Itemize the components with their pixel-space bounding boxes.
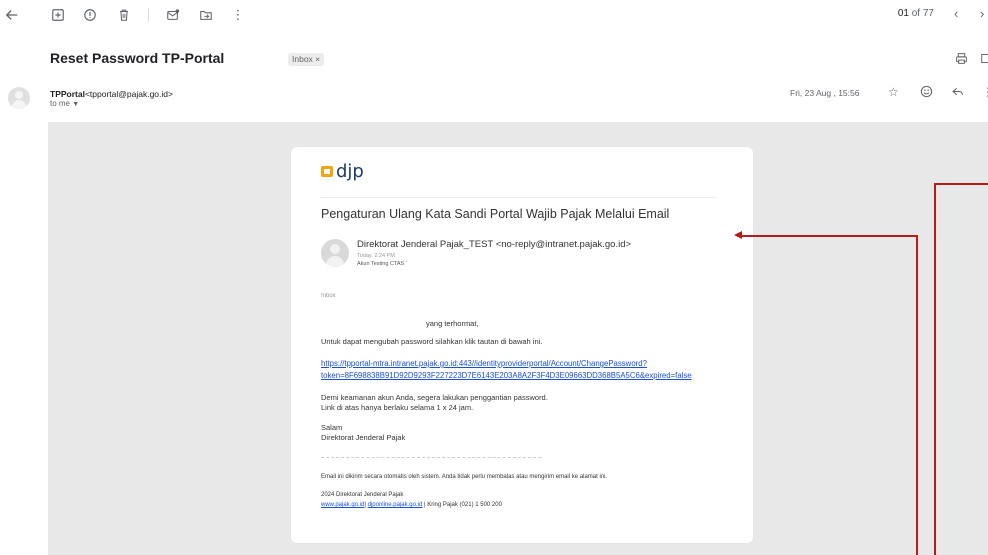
closing-text: Salam	[321, 423, 343, 432]
signature-text: Direktorat Jenderal Pajak	[321, 433, 406, 442]
djp-logo-text: djp	[336, 161, 364, 182]
card-title: Pengaturan Ulang Kata Sandi Portal Wajib…	[321, 207, 670, 221]
annotation-line-horizontal-2	[934, 183, 988, 185]
reply-icon[interactable]	[951, 85, 964, 101]
open-in-new-window-icon[interactable]	[980, 52, 988, 68]
pager-current: 01	[897, 8, 909, 19]
inbox-label-chip[interactable]: Inbox ×	[288, 53, 325, 66]
chevron-left-icon[interactable]: ‹	[954, 6, 958, 21]
sender-avatar[interactable]	[8, 87, 30, 109]
email-subject: Reset Password TP-Portal	[50, 50, 225, 66]
annotation-arrowhead	[734, 231, 742, 239]
inner-folder: Inbox	[321, 293, 336, 299]
back-arrow-icon[interactable]	[4, 7, 20, 23]
delete-icon[interactable]	[116, 7, 132, 23]
archive-icon[interactable]	[50, 7, 66, 23]
footer-separator: |	[364, 502, 366, 508]
sender-info: TPPortal<tpportal@pajak.go.id>	[50, 89, 173, 99]
recipient-label: to me	[50, 99, 71, 108]
sender-email: <tpportal@pajak.go.id>	[84, 89, 173, 99]
annotation-line-vertical-2	[934, 183, 936, 555]
emoji-reaction-icon[interactable]	[920, 85, 933, 101]
inner-sender: Direktorat Jenderal Pajak_TEST <no-reply…	[357, 239, 632, 250]
star-icon[interactable]: ☆	[888, 85, 899, 99]
pagination: 01 of 77	[898, 8, 934, 19]
djp-logo-mark	[321, 166, 333, 177]
greeting-text: yang terhormat,	[426, 319, 479, 328]
inner-recipient: Akun Testing CTAS ˇ	[357, 261, 408, 267]
report-spam-icon[interactable]	[82, 7, 98, 23]
reset-password-link-line1[interactable]: https://tpportal-mtra.intranet.pajak.go.…	[321, 359, 647, 368]
more-options-icon[interactable]: ⋮	[230, 7, 246, 23]
dashed-divider	[321, 457, 541, 458]
annotation-line-horizontal-1	[737, 235, 917, 237]
inner-recipient-label: Akun Testing CTAS	[357, 261, 405, 267]
mark-unread-icon[interactable]	[165, 7, 181, 23]
more-vert-icon[interactable]: ⋮	[982, 85, 988, 99]
footer-links: www.pajak.go.id| djponline.pajak.go.id |…	[321, 502, 502, 508]
pajak-website-link[interactable]: www.pajak.go.id	[321, 502, 364, 508]
chevron-down-icon: ˇ	[405, 261, 408, 267]
chevron-right-icon[interactable]: ›	[980, 6, 984, 21]
sender-name: TPPortal	[50, 89, 85, 99]
toolbar-divider	[148, 8, 149, 22]
move-to-icon[interactable]	[198, 7, 214, 23]
pager-total: of 77	[911, 8, 934, 19]
footer-org: 2024 Direktorat Jenderal Pajak	[321, 492, 404, 498]
annotation-line-vertical-1	[916, 235, 918, 555]
security-text-2: Link di atas hanya berlaku selama 1 x 24…	[321, 403, 474, 412]
caret-down-icon: ▼	[72, 101, 80, 108]
djp-logo: djp	[321, 161, 364, 182]
print-icon[interactable]	[955, 52, 968, 68]
instruction-text: Untuk dapat mengubah password silahkan k…	[321, 337, 543, 346]
header-divider	[321, 197, 716, 198]
footer-kring-pajak: | Kring Pajak (021) 1 500 200	[423, 502, 502, 508]
inner-sender-avatar	[321, 239, 349, 267]
djponline-link[interactable]: djponline.pajak.go.id	[368, 502, 423, 508]
recipient-toggle[interactable]: to me ▼	[50, 99, 79, 108]
reset-password-link-line2[interactable]: token=8F698838B91D92D9293F227223D7E6143E…	[321, 371, 692, 380]
email-card: djp Pengaturan Ulang Kata Sandi Portal W…	[291, 147, 753, 543]
inner-time: Today, 2:24 PM	[357, 253, 395, 259]
message-date: Fri, 23 Aug , 15:56	[790, 88, 860, 98]
security-text-1: Demi keamanan akun Anda, segera lakukan …	[321, 393, 548, 402]
auto-notice-text: Email ini dikirim secara otomatis oleh s…	[321, 474, 608, 480]
